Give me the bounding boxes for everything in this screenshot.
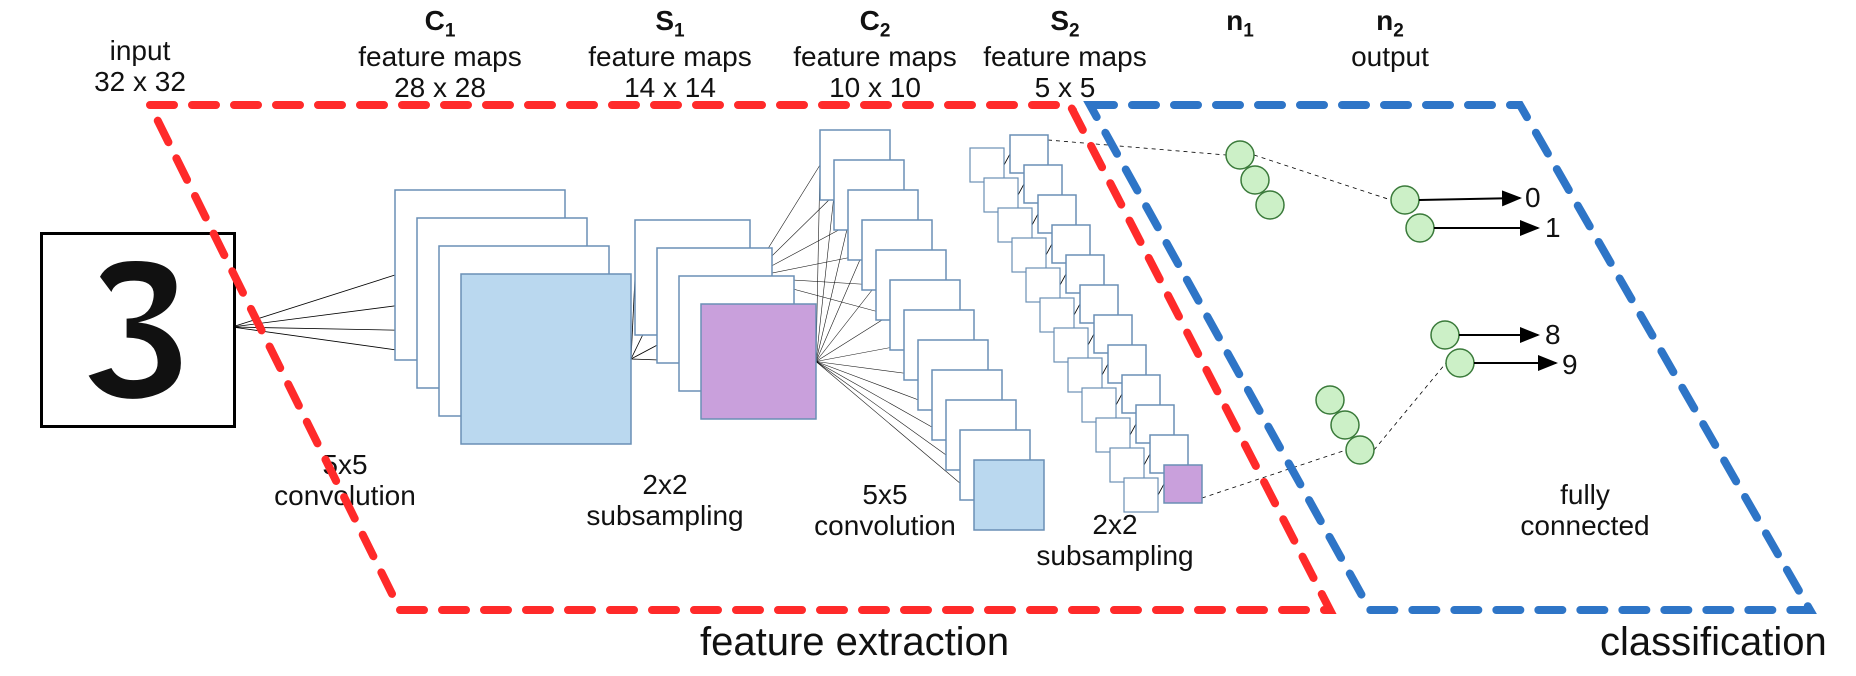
regions-layer — [0, 0, 1856, 676]
cnn-architecture-diagram: input 32 x 32 C1 feature maps 28 x 28 S1… — [0, 0, 1856, 676]
feature-extraction-region — [150, 105, 1330, 610]
